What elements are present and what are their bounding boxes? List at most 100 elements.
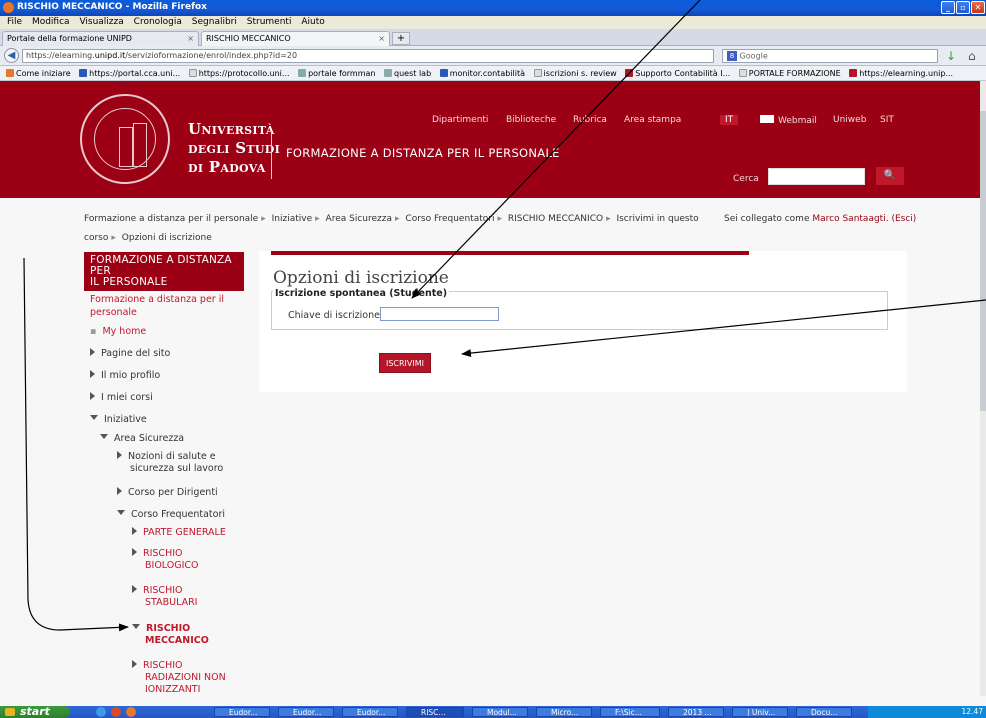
start-button[interactable]: start <box>0 706 70 718</box>
browser-search-field[interactable]: 8 Google <box>722 49 938 63</box>
bookmark-item[interactable]: monitor.contabilità <box>439 66 525 80</box>
bookmark-item[interactable]: Supporto Contabilità I... <box>625 66 731 80</box>
nav-item-rischio-stabulari[interactable]: RISCHIO STABULARI <box>132 585 197 609</box>
menu-strumenti[interactable]: Strumenti <box>247 17 292 27</box>
download-icon[interactable]: ↓ <box>946 49 956 63</box>
nav-it[interactable]: IT <box>720 115 739 125</box>
nav-webmail[interactable]: Webmail <box>760 115 817 126</box>
breadcrumb-item[interactable]: Area Sicurezza <box>326 214 392 224</box>
menu-segnalibri[interactable]: Segnalibri <box>192 17 237 27</box>
bookmark-item[interactable]: Come iniziare <box>6 66 71 80</box>
url-bar[interactable]: https://elearning.unipd.it/servizioforma… <box>22 49 714 63</box>
new-tab-button[interactable]: + <box>392 32 410 45</box>
close-button[interactable]: ✕ <box>971 1 985 14</box>
search-placeholder: Google <box>739 51 768 61</box>
taskbar-item[interactable]: | Univ... <box>732 707 788 717</box>
taskbar-item[interactable]: Modul... <box>472 707 528 717</box>
menu-cronologia[interactable]: Cronologia <box>134 17 182 27</box>
taskbar-item[interactable]: Eudor... <box>342 707 398 717</box>
enrol-button[interactable]: ISCRIVIMI <box>379 353 431 373</box>
minimize-button[interactable]: _ <box>941 1 955 14</box>
nav-label: STABULARI <box>145 597 198 608</box>
nav-label: RISCHIO <box>146 623 191 634</box>
logout-link[interactable]: (Esci) <box>891 214 916 224</box>
bookmark-item[interactable]: https://elearning.unip... <box>849 66 953 80</box>
block-title-line: FORMAZIONE A DISTANZA PER <box>90 254 232 277</box>
bookmark-item[interactable]: https://protocollo.uni... <box>188 66 290 80</box>
scrollbar-thumb[interactable] <box>980 111 986 411</box>
nav-label: PARTE GENERALE <box>143 527 226 538</box>
nav-item-iniziative[interactable]: Iniziative <box>90 414 147 425</box>
university-seal-logo[interactable] <box>80 94 170 184</box>
site-search-input[interactable] <box>768 168 865 185</box>
home-icon[interactable]: ⌂ <box>968 49 976 63</box>
breadcrumb-item[interactable]: Iniziative <box>272 214 313 224</box>
nav-item-frequentatori[interactable]: Corso Frequentatori <box>117 509 225 520</box>
bookmark-label: Supporto Contabilità I... <box>635 69 731 78</box>
close-tab-icon[interactable]: × <box>378 34 385 43</box>
quicklaunch-ie-icon[interactable] <box>96 707 106 717</box>
nav-item-rischio-meccanico[interactable]: RISCHIO MECCANICO <box>132 623 209 647</box>
nav-item-my-home[interactable]: ▪ My home <box>90 326 146 337</box>
nav-root-link[interactable]: Formazione a distanza per il personale <box>90 293 224 319</box>
menu-visualizza[interactable]: Visualizza <box>79 17 123 27</box>
taskbar-item[interactable]: Eudor... <box>214 707 270 717</box>
tab-rischio[interactable]: RISCHIO MECCANICO × <box>201 31 390 46</box>
site-search-button[interactable]: 🔍 <box>876 167 904 185</box>
clock[interactable]: 12.47 <box>962 707 983 716</box>
quicklaunch-firefox-icon[interactable] <box>126 707 136 717</box>
user-profile-link[interactable]: Marco Santaagti. <box>812 214 888 224</box>
taskbar-item[interactable]: RISC... <box>406 707 464 717</box>
menu-aiuto[interactable]: Aiuto <box>301 17 324 27</box>
taskbar-item[interactable]: F:\Sic... <box>600 707 660 717</box>
university-name[interactable]: Università degli Studi di Padova <box>188 120 280 177</box>
taskbar-item[interactable]: Eudor... <box>278 707 334 717</box>
breadcrumb-item[interactable]: RISCHIO MECCANICO <box>508 214 603 224</box>
site-title[interactable]: FORMAZIONE A DISTANZA PER IL PERSONALE <box>286 146 560 160</box>
bookmark-item[interactable]: portale formman <box>298 66 375 80</box>
expand-icon <box>132 527 137 535</box>
menu-modifica[interactable]: Modifica <box>32 17 70 27</box>
taskbar-item[interactable]: Docu... <box>796 707 852 717</box>
back-button[interactable]: ◀ <box>4 48 19 63</box>
nav-item-pagine[interactable]: Pagine del sito <box>90 348 170 359</box>
expand-icon <box>90 370 95 378</box>
nav-label: Corso per Dirigenti <box>128 487 218 498</box>
taskbar-item[interactable]: Micro... <box>536 707 592 717</box>
nav-item-rischio-biologico[interactable]: RISCHIO BIOLOGICO <box>132 548 199 572</box>
nav-sit[interactable]: SIT <box>880 115 894 125</box>
nav-item-rischio-radiazioni[interactable]: RISCHIO RADIAZIONI NON IONIZZANTI <box>132 660 226 696</box>
nav-item-area-sicurezza[interactable]: Area Sicurezza <box>100 433 184 444</box>
nav-item-dirigenti[interactable]: Corso per Dirigenti <box>117 487 218 498</box>
bookmark-item[interactable]: PORTALE FORMAZIONE <box>738 66 841 80</box>
nav-uniweb[interactable]: Uniweb <box>833 115 866 125</box>
enrol-key-input[interactable] <box>380 307 499 321</box>
bookmark-label: https://protocollo.uni... <box>198 69 290 78</box>
nav-dipartimenti[interactable]: Dipartimenti <box>432 115 488 125</box>
page-scrollbar[interactable] <box>980 81 986 696</box>
bookmark-item[interactable]: quest lab <box>384 66 431 80</box>
nav-item-corsi[interactable]: I miei corsi <box>90 392 153 403</box>
bookmark-item[interactable]: iscrizioni s. review <box>533 66 617 80</box>
nav-area-stampa[interactable]: Area stampa <box>624 115 681 125</box>
login-info: Sei collegato come Marco Santaagti. (Esc… <box>724 210 916 229</box>
menu-file[interactable]: File <box>7 17 22 27</box>
nav-label: MECCANICO <box>145 635 209 646</box>
breadcrumb-item[interactable]: Formazione a distanza per il personale <box>84 214 258 224</box>
breadcrumb-item[interactable]: Corso Frequentatori <box>405 214 494 224</box>
quicklaunch-browser-icon[interactable] <box>111 707 121 717</box>
nav-biblioteche[interactable]: Biblioteche <box>506 115 556 125</box>
nav-rubrica[interactable]: Rubrica <box>573 115 607 125</box>
close-tab-icon[interactable]: × <box>187 34 194 43</box>
taskbar-item[interactable]: 2013 ... <box>668 707 724 717</box>
bookmarks-toolbar: Come iniziare https://portal.cca.uni... … <box>0 66 986 81</box>
nav-item-nozioni[interactable]: Nozioni di salute e sicurezza sul lavoro <box>117 451 223 475</box>
maximize-button[interactable]: ▫ <box>956 1 970 14</box>
nav-item-profilo[interactable]: Il mio profilo <box>90 370 160 381</box>
nav-item-parte-generale[interactable]: PARTE GENERALE <box>132 527 226 538</box>
bookmark-item[interactable]: https://portal.cca.uni... <box>79 66 180 80</box>
bookmark-icon <box>625 69 634 77</box>
expand-icon <box>90 392 95 400</box>
tab-portale[interactable]: Portale della formazione UNIPD × <box>2 31 199 46</box>
nav-webmail-label: Webmail <box>778 116 817 126</box>
